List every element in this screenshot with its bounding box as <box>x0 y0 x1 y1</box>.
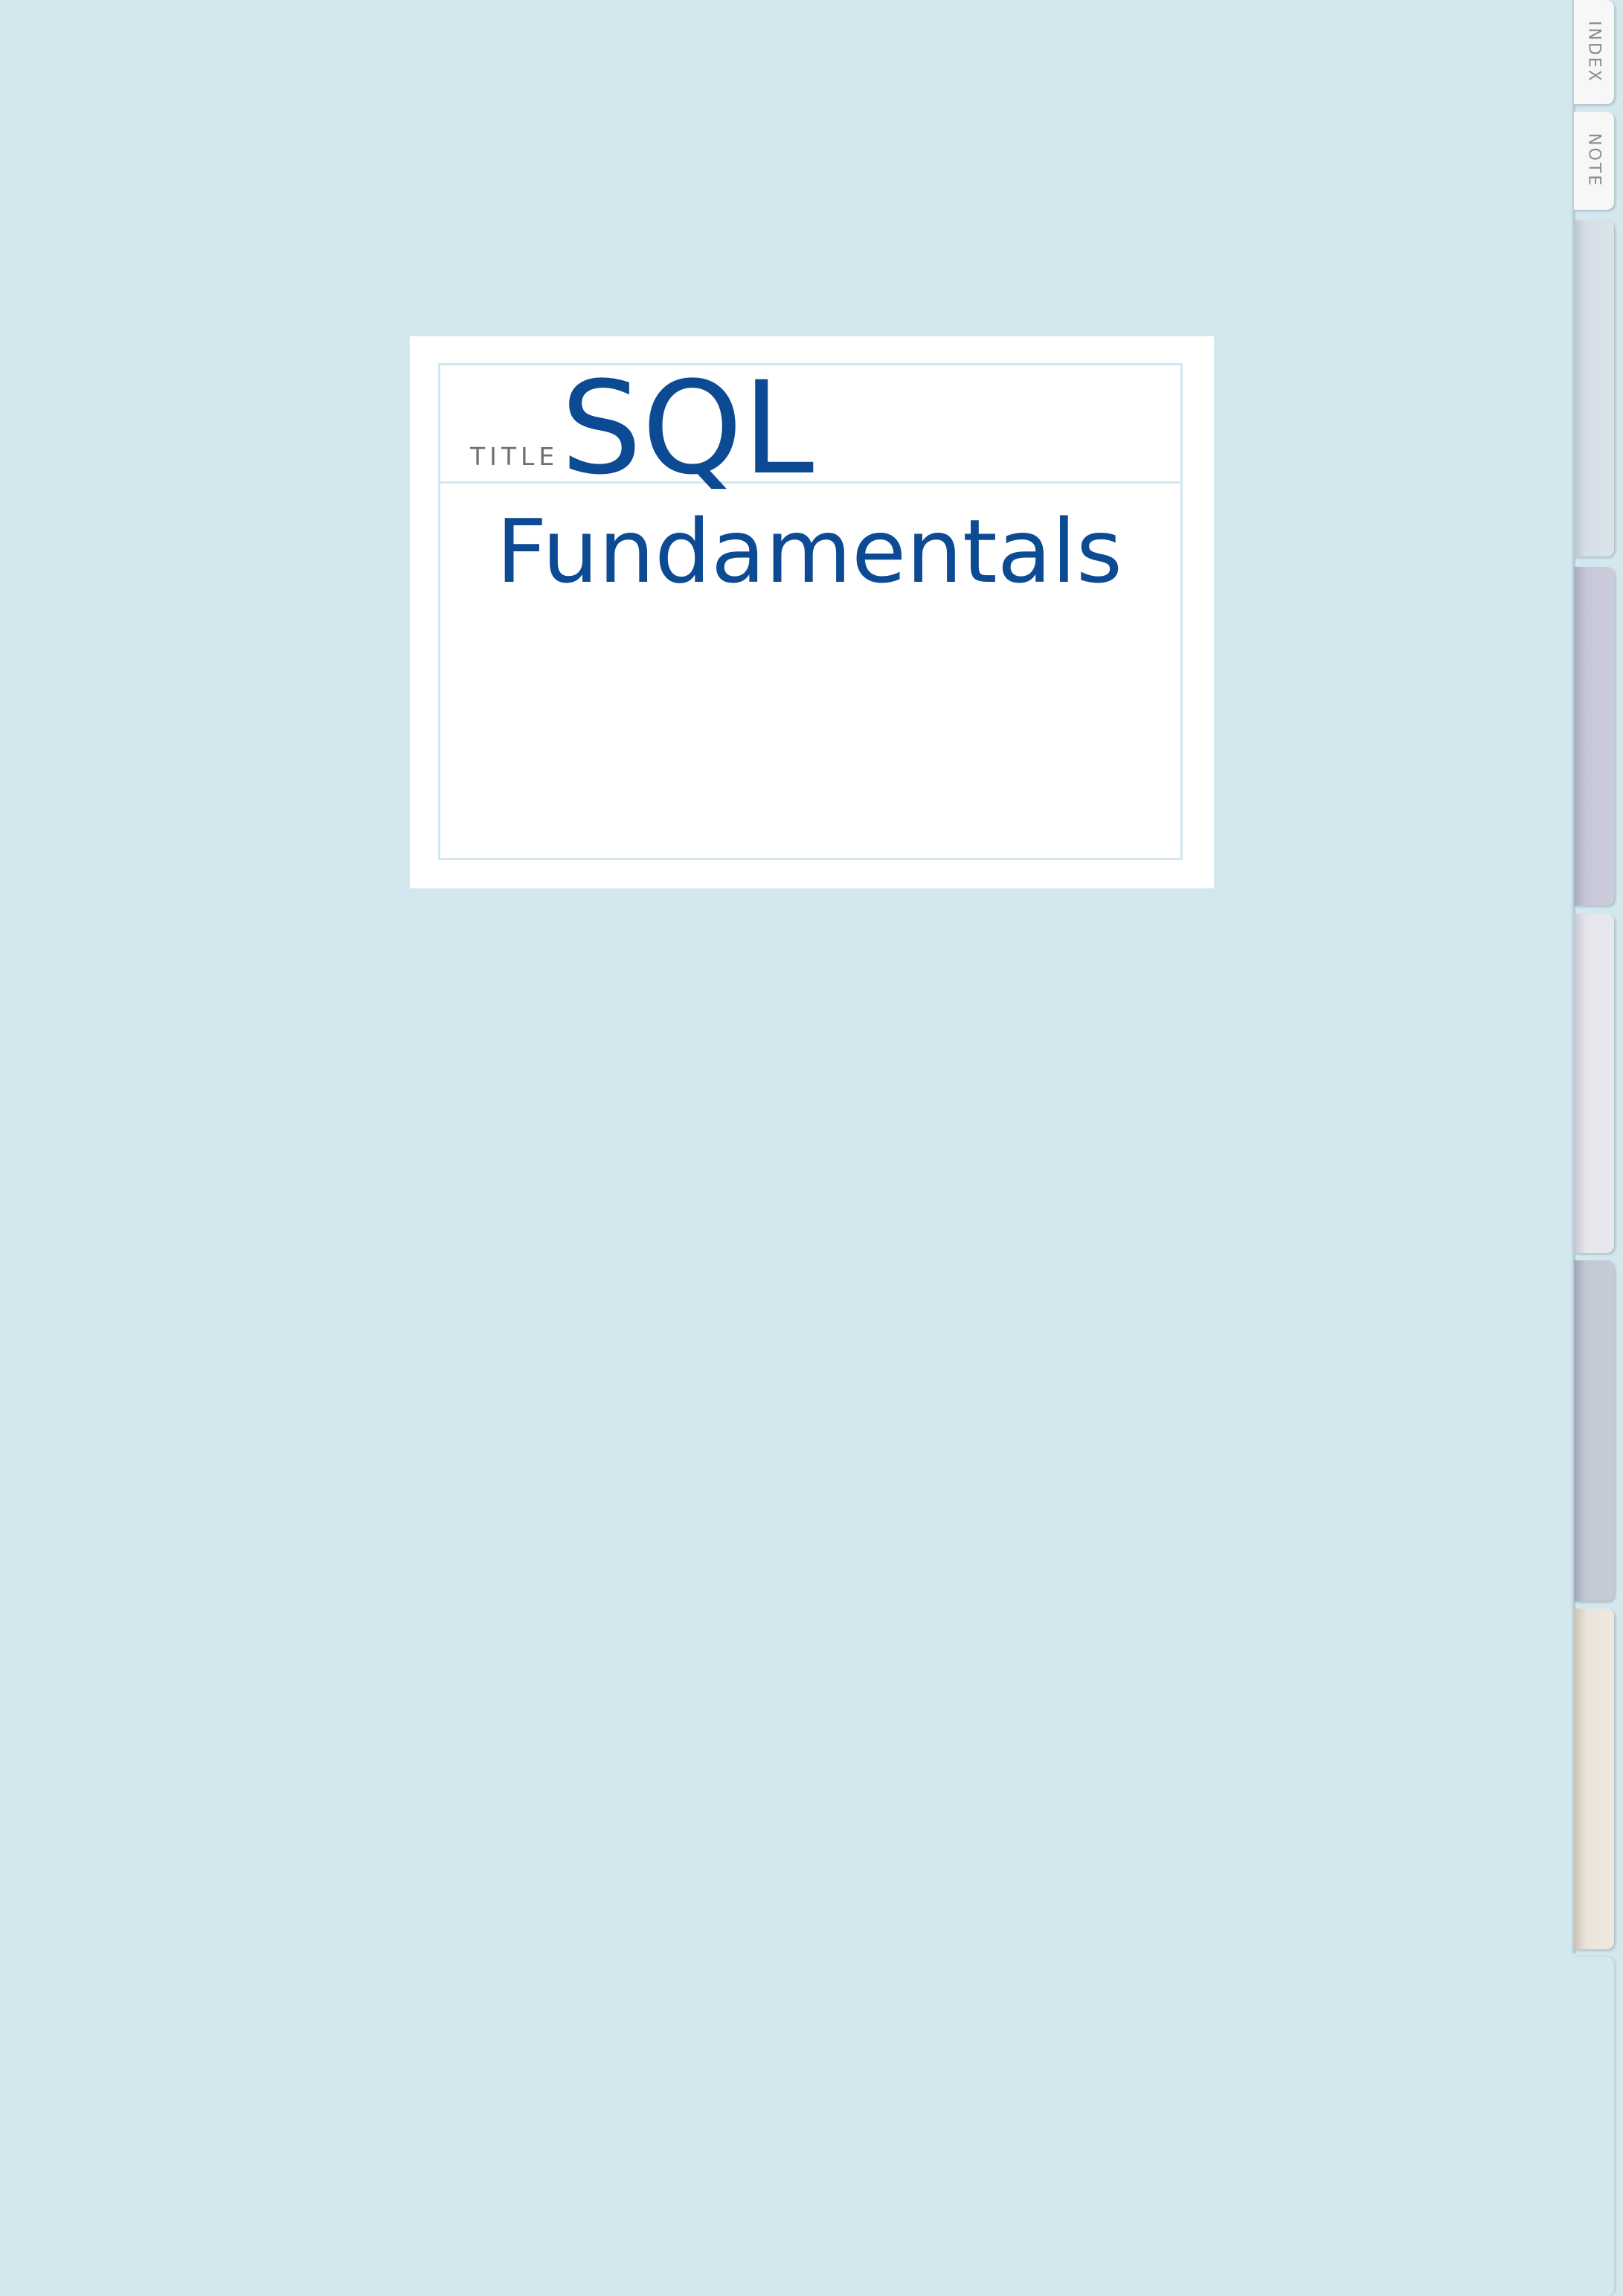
tab-index-label: INDEX <box>1584 21 1604 83</box>
section-tab-1[interactable] <box>1574 220 1614 557</box>
title-line-1: SQL <box>561 353 814 503</box>
handwritten-title: SQL Fundamentals <box>496 353 1122 603</box>
section-tab-4[interactable] <box>1574 1260 1614 1601</box>
title-label-card[interactable]: TITLE SQL Fundamentals <box>410 336 1214 888</box>
title-line-2: Fundamentals <box>496 500 1122 603</box>
section-tab-3[interactable] <box>1574 914 1614 1253</box>
section-tab-6[interactable] <box>1574 1957 1614 2296</box>
section-tab-2[interactable] <box>1574 567 1614 905</box>
tab-note-label: NOTE <box>1584 133 1604 188</box>
section-tab-5[interactable] <box>1574 1609 1614 1949</box>
tab-note[interactable]: NOTE <box>1574 112 1614 210</box>
tab-index[interactable]: INDEX <box>1574 0 1614 104</box>
